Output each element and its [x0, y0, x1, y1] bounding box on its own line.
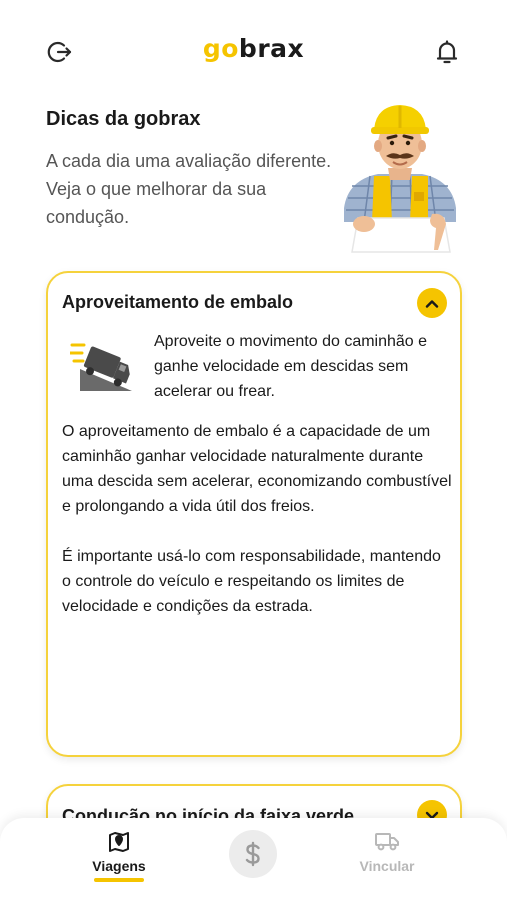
chevron-up-icon [425, 299, 439, 308]
truck-driver-mascot-illustration [344, 105, 456, 253]
page-subtitle: A cada dia uma avaliação diferente. Veja… [46, 151, 332, 227]
bell-icon [436, 40, 458, 64]
app-header: gobrax [0, 0, 507, 100]
tip-card-aproveitamento: Aproveitamento de embalo Aproveite o mov… [46, 271, 462, 757]
bottom-navigation: Viagens Vincular [0, 818, 507, 900]
map-pin-icon [109, 832, 129, 852]
nav-item-viagens[interactable]: Viagens [64, 828, 174, 882]
nav-item-vincular[interactable]: Vincular [332, 828, 442, 874]
earnings-button[interactable] [229, 830, 277, 878]
dollar-icon [245, 841, 260, 867]
truck-downhill-icon [70, 343, 132, 391]
nav-label-viagens: Viagens [92, 858, 146, 874]
nav-label-vincular: Vincular [359, 858, 415, 874]
page-title: Dicas da gobrax [46, 108, 201, 130]
active-tab-indicator [94, 878, 144, 882]
collapse-button[interactable] [417, 288, 447, 318]
tip-paragraph: O aproveitamento de embalo é a capacidad… [62, 423, 452, 515]
tips-intro: Dicas da gobrax A cada dia uma avaliação… [46, 108, 336, 231]
tip-summary: Aproveite o movimento do caminhão e ganh… [154, 333, 428, 400]
tip-description: O aproveitamento de embalo é a capacidad… [62, 419, 454, 619]
notifications-button[interactable] [431, 36, 463, 68]
tip-paragraph: É importante usá-lo com responsabilidade… [62, 548, 441, 615]
truck-icon [375, 833, 399, 851]
tip-title: Aproveitamento de embalo [62, 292, 294, 312]
